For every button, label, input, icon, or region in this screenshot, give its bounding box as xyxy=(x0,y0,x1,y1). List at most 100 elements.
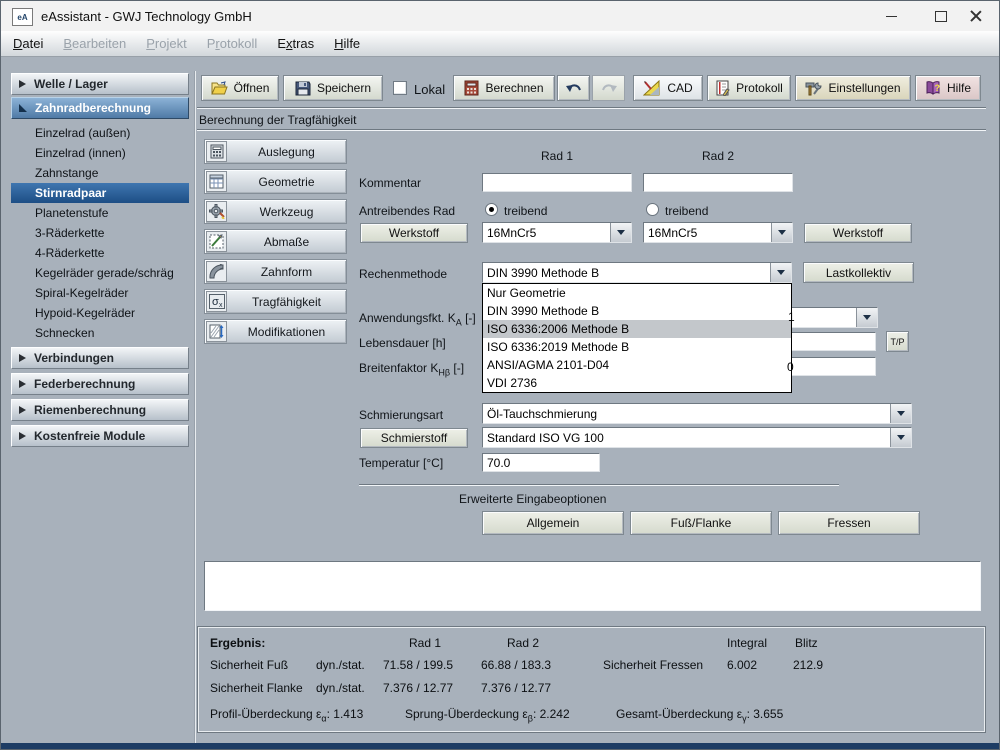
sidebar-section-verbindungen[interactable]: Verbindungen xyxy=(11,347,189,369)
dropdown-option-highlighted[interactable]: ISO 6336:2006 Methode B xyxy=(483,320,791,338)
open-button[interactable]: Öffnen xyxy=(201,75,279,101)
menu-bar: Datei Bearbeiten Projekt Protokoll Extra… xyxy=(1,31,999,57)
flanke-rad2-value: 7.376 / 12.77 xyxy=(481,681,552,695)
kommentar-rad1-input[interactable] xyxy=(482,173,632,192)
schmierungsart-label: Schmierungsart xyxy=(359,408,444,422)
results-header-blitz: Blitz xyxy=(795,636,818,650)
expanded-arrow-icon xyxy=(19,104,27,112)
dropdown-option[interactable]: VDI 2736 xyxy=(483,374,791,392)
allgemein-button[interactable]: Allgemein xyxy=(482,511,624,535)
temperatur-input[interactable] xyxy=(482,453,600,472)
kommentar-rad2-input[interactable] xyxy=(643,173,793,192)
kommentar-label: Kommentar xyxy=(359,176,422,190)
chevron-down-icon xyxy=(610,223,631,242)
sidebar-item-3-raederkette[interactable]: 3-Räderkette xyxy=(11,223,189,243)
sidebar-section-zahnradberechnung[interactable]: Zahnradberechnung xyxy=(11,97,189,119)
cad-button[interactable]: CAD xyxy=(633,75,703,101)
results-title: Ergebnis: xyxy=(210,636,266,650)
save-button[interactable]: Speichern xyxy=(283,75,383,101)
tooth-form-icon xyxy=(206,261,227,282)
calculate-button[interactable]: Berechnen xyxy=(453,75,555,101)
sidebar-item-einzelrad-innen[interactable]: Einzelrad (innen) xyxy=(11,143,189,163)
dropdown-option[interactable]: ANSI/AGMA 2101-D04 xyxy=(483,356,791,374)
sidebar-item-planetenstufe[interactable]: Planetenstufe xyxy=(11,203,189,223)
dropdown-option[interactable]: Nur Geometrie xyxy=(483,284,791,302)
modifications-icon xyxy=(206,321,227,342)
chevron-down-icon xyxy=(770,263,791,282)
tools-icon xyxy=(805,82,822,96)
minimize-button[interactable] xyxy=(869,1,913,31)
menu-bearbeiten[interactable]: Bearbeiten xyxy=(53,36,136,51)
lebensdauer-label: Lebensdauer [h] xyxy=(359,336,446,350)
fuss-flanke-button[interactable]: Fuß/Flanke xyxy=(630,511,772,535)
sidebar-section-kostenfreie-module[interactable]: Kostenfreie Module xyxy=(11,425,189,447)
geometrie-button[interactable]: Geometrie xyxy=(204,169,347,194)
temperatur-label: Temperatur [°C] xyxy=(359,456,444,470)
app-window: eA eAssistant - GWJ Technology GmbH Date… xyxy=(0,0,1000,750)
werkstoff-rad2-button[interactable]: Werkstoff xyxy=(804,223,912,243)
title-bar: eA eAssistant - GWJ Technology GmbH xyxy=(1,1,999,32)
results-header-integral: Integral xyxy=(727,636,768,650)
treibend-rad1-radio[interactable] xyxy=(485,203,498,216)
gesamt-ueberdeckung: Gesamt-Überdeckung εγ: 3.655 xyxy=(616,707,784,724)
results-header-rad1: Rad 1 xyxy=(409,636,442,650)
flanke-rad1-value: 7.376 / 12.77 xyxy=(383,681,454,695)
menu-hilfe[interactable]: Hilfe xyxy=(324,36,370,51)
minimize-icon xyxy=(885,15,897,17)
sidebar-item-schnecken[interactable]: Schnecken xyxy=(11,323,189,343)
local-checkbox[interactable] xyxy=(393,81,407,95)
sidebar-item-kegelraeder[interactable]: Kegelräder gerade/schräg xyxy=(11,263,189,283)
results-header-rad2: Rad 2 xyxy=(507,636,540,650)
menu-projekt[interactable]: Projekt xyxy=(136,36,196,51)
sicherheit-flanke-label: Sicherheit Flanke xyxy=(210,681,303,695)
geometry-grid-icon xyxy=(206,171,227,192)
help-button[interactable]: ? Hilfe xyxy=(915,75,981,101)
sidebar-item-einzelrad-aussen[interactable]: Einzelrad (außen) xyxy=(11,123,189,143)
sidebar-item-spiral-kegelraeder[interactable]: Spiral-Kegelräder xyxy=(11,283,189,303)
tp-button[interactable]: T / P xyxy=(886,331,909,352)
schmierungsart-combobox[interactable]: Öl-Tauchschmierung xyxy=(482,403,912,424)
sidebar-section-federberechnung[interactable]: Federberechnung xyxy=(11,373,189,395)
werkstoff-rad1-button[interactable]: Werkstoff xyxy=(360,223,468,243)
close-button[interactable] xyxy=(954,1,998,31)
settings-button[interactable]: Einstellungen xyxy=(795,75,911,101)
schmierstoff-combobox[interactable]: Standard ISO VG 100 xyxy=(482,427,912,448)
zahnform-button[interactable]: Zahnform xyxy=(204,259,347,284)
werkzeug-button[interactable]: Werkzeug xyxy=(204,199,347,224)
modifikationen-button[interactable]: Modifikationen xyxy=(204,319,347,344)
tragfaehigkeit-button[interactable]: σx Tragfähigkeit xyxy=(204,289,347,314)
menu-extras[interactable]: Extras xyxy=(267,36,324,51)
fuss-rad1-value: 71.58 / 199.5 xyxy=(383,658,454,672)
fressen-button[interactable]: Fressen xyxy=(778,511,920,535)
undo-button[interactable] xyxy=(557,75,590,101)
undo-icon xyxy=(565,83,581,92)
lastkollektiv-button[interactable]: Lastkollektiv xyxy=(803,262,914,283)
material-rad1-combobox[interactable]: 16MnCr5 xyxy=(482,222,632,243)
sidebar-item-4-raederkette[interactable]: 4-Räderkette xyxy=(11,243,189,263)
help-book-icon: ? xyxy=(926,81,940,95)
redo-button[interactable] xyxy=(592,75,625,101)
sidebar-section-welle-lager[interactable]: Welle / Lager xyxy=(11,73,189,95)
menu-datei[interactable]: Datei xyxy=(3,36,53,51)
protocol-button[interactable]: Protokoll xyxy=(707,75,791,101)
antreibendes-rad-label: Antreibendes Rad xyxy=(359,204,456,218)
fressen-integral-value: 6.002 xyxy=(727,658,758,672)
sidebar-section-riemenberechnung[interactable]: Riemenberechnung xyxy=(11,399,189,421)
sicherheit-fressen-label: Sicherheit Fressen xyxy=(603,658,704,672)
dropdown-option[interactable]: DIN 3990 Methode B xyxy=(483,302,791,320)
fuss-mode-label: dyn./stat. xyxy=(316,658,365,672)
material-rad2-combobox[interactable]: 16MnCr5 xyxy=(643,222,793,243)
abmasse-button[interactable]: Abmaße xyxy=(204,229,347,254)
sidebar-item-zahnstange[interactable]: Zahnstange xyxy=(11,163,189,183)
menu-protokoll[interactable]: Protokoll xyxy=(197,36,268,51)
sidebar-item-hypoid-kegelraeder[interactable]: Hypoid-Kegelräder xyxy=(11,303,189,323)
rechenmethode-combobox[interactable]: DIN 3990 Methode B xyxy=(482,262,792,283)
rad2-column-header: Rad 2 xyxy=(701,149,735,163)
svg-text:?: ? xyxy=(934,83,940,93)
close-icon xyxy=(970,10,982,22)
sidebar-item-stirnradpaar[interactable]: Stirnradpaar xyxy=(11,183,189,203)
dropdown-option[interactable]: ISO 6336:2019 Methode B xyxy=(483,338,791,356)
treibend-rad2-radio[interactable] xyxy=(646,203,659,216)
schmierstoff-button[interactable]: Schmierstoff xyxy=(360,428,468,448)
auslegung-button[interactable]: Auslegung xyxy=(204,139,347,164)
